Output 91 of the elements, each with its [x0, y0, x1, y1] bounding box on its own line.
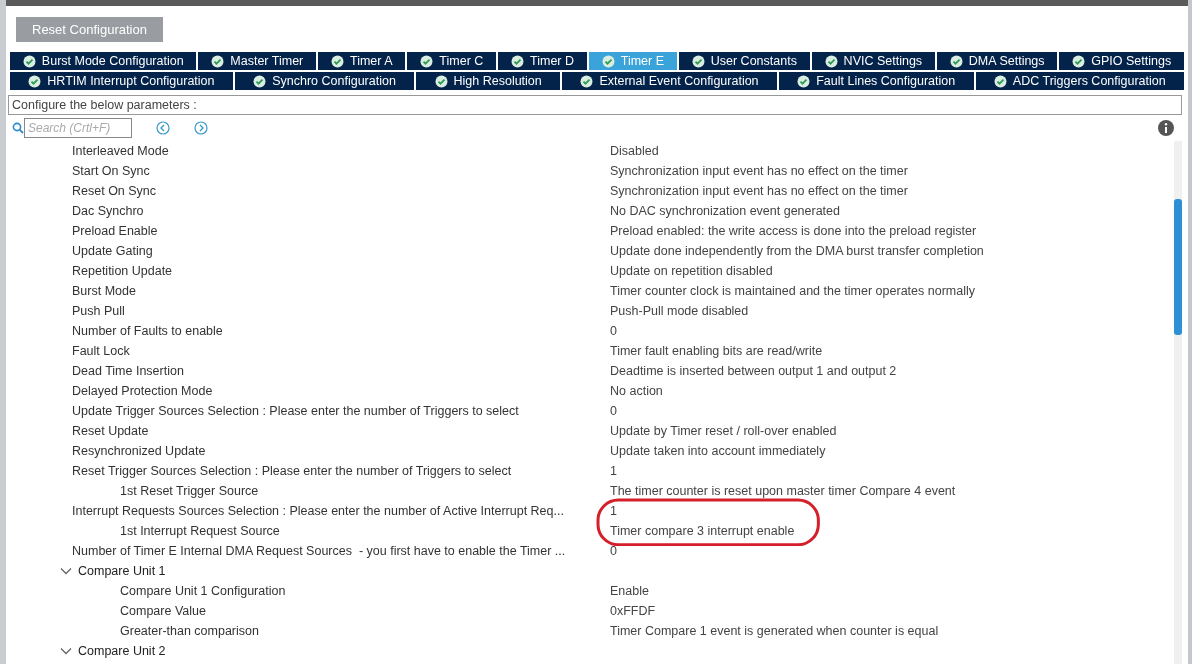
parameter-value[interactable]: 1 — [610, 461, 617, 481]
parameter-label: Reset Update — [72, 423, 149, 438]
parameter-value[interactable]: 1 — [610, 501, 617, 521]
parameter-value[interactable]: Update on repetition disabled — [610, 261, 773, 281]
group-label[interactable]: Compare Unit 2 — [78, 641, 166, 661]
parameter-label: Fault Lock — [72, 343, 130, 358]
parameter-value[interactable]: Preload enabled: the write access is done into the preload register — [610, 221, 977, 241]
group-label[interactable]: Compare Unit 1 — [78, 561, 166, 581]
parameter-label: Number of Timer E Internal DMA Request Sources - you first have to enable the Timer ... — [72, 543, 566, 558]
description-text: Configure the below parameters : — [8, 95, 1182, 115]
parameter-label: Resynchronized Update — [72, 443, 206, 458]
parameter-label: Interrupt Requests Sources Selection : Please enter the number of Active Interrupt Req... — [72, 503, 564, 518]
check-icon — [331, 54, 344, 68]
tab[interactable]: Timer C — [407, 52, 497, 70]
parameter-value[interactable]: The timer counter is reset upon master timer Compare 4 event — [610, 481, 956, 501]
tab[interactable]: NVIC Settings — [811, 52, 935, 70]
parameter-label: 1st Reset Trigger Source — [120, 483, 259, 498]
tab[interactable]: GPIO Settings — [1059, 52, 1185, 70]
parameter-label: Interleaved Mode — [72, 143, 169, 158]
parameter-value[interactable]: Push-Pull mode disabled — [610, 301, 749, 321]
check-icon — [993, 74, 1007, 88]
check-icon — [580, 74, 594, 88]
parameter-label: Start On Sync — [72, 163, 150, 178]
check-icon — [824, 54, 838, 68]
previous-icon[interactable] — [156, 121, 170, 135]
parameter-value[interactable]: 0 — [610, 321, 617, 341]
parameter-label: Delayed Protection Mode — [72, 383, 213, 398]
check-icon — [28, 74, 42, 88]
tab[interactable]: DMA Settings — [937, 52, 1058, 70]
parameter-label: Greater-than comparison — [120, 623, 259, 638]
parameter-label: Reset Trigger Sources Selection : Please enter the number of Triggers to select — [72, 463, 512, 478]
tab[interactable]: Fault Lines Configuration — [778, 72, 974, 90]
chevron-icon[interactable] — [60, 647, 72, 655]
chevron-icon[interactable] — [60, 567, 72, 575]
info-icon[interactable] — [1158, 120, 1174, 136]
check-icon — [797, 74, 811, 88]
tab[interactable]: Burst Mode Configuration — [10, 52, 197, 70]
check-icon — [420, 54, 434, 68]
check-icon — [511, 54, 524, 68]
tab[interactable]: Master Timer — [198, 52, 317, 70]
parameter-value[interactable]: Update taken into account immediately — [610, 441, 826, 461]
tab[interactable]: Synchro Configuration — [234, 72, 415, 90]
tab[interactable]: Timer D — [498, 52, 587, 70]
parameter-label: Compare Unit 1 Configuration — [120, 583, 286, 598]
tab[interactable]: User Constants — [678, 52, 810, 70]
parameter-label: Repetition Update — [72, 263, 173, 278]
check-icon — [949, 54, 963, 68]
parameter-label: Dac Synchro — [72, 203, 144, 218]
parameter-value[interactable]: Timer fault enabling bits are read/write — [610, 341, 823, 361]
parameter-value[interactable]: No action — [610, 381, 663, 401]
parameter-label: Burst Mode — [72, 283, 136, 298]
tab[interactable]: External Event Configuration — [562, 72, 777, 90]
parameter-label: Dead Time Insertion — [72, 363, 184, 378]
parameter-value[interactable]: 0xFFDF — [610, 601, 656, 621]
parameter-value[interactable]: Disabled — [610, 141, 659, 161]
parameter-label: Update Gating — [72, 243, 153, 258]
parameter-label: Preload Enable — [72, 223, 158, 238]
check-icon — [691, 54, 705, 68]
tab[interactable]: HRTIM Interrupt Configuration — [10, 72, 233, 90]
parameter-label: Number of Faults to enable — [72, 323, 223, 338]
parameter-label: Update Trigger Sources Selection : Please enter the number of Triggers to select — [72, 403, 519, 418]
parameter-label: Reset On Sync — [72, 183, 157, 198]
parameter-value[interactable]: Update by Timer reset / roll-over enabled — [610, 421, 837, 441]
check-icon — [253, 74, 267, 88]
parameter-value[interactable]: Deadtime is inserted between output 1 and output 2 — [610, 361, 897, 381]
scrollbar-thumb[interactable] — [1174, 199, 1182, 335]
check-icon — [1072, 54, 1086, 68]
check-icon — [22, 54, 36, 68]
next-icon[interactable] — [194, 121, 208, 135]
parameter-label: Push Pull — [72, 303, 125, 318]
parameter-value[interactable]: No DAC synchronization event generated — [610, 201, 840, 221]
parameter-label: Compare Value — [120, 603, 206, 618]
parameter-label: 1st Interrupt Request Source — [120, 523, 280, 538]
tab[interactable]: High Resolution — [416, 72, 561, 90]
scrollbar[interactable] — [1174, 141, 1182, 664]
tab[interactable]: ADC Triggers Configuration — [975, 72, 1185, 90]
parameter-value[interactable]: Timer Compare 1 event is generated when counter is equal — [610, 621, 939, 641]
parameter-value[interactable]: Update done independently from the DMA burst transfer completion — [610, 241, 984, 261]
check-icon — [211, 54, 225, 68]
search-field[interactable]: Search (Crtl+F) — [24, 118, 132, 138]
parameter-value[interactable]: Timer counter clock is maintained and the timer operates normally — [610, 281, 975, 301]
parameter-value[interactable]: 0 — [610, 401, 617, 421]
parameter-value[interactable]: Synchronization input event has no effect on the timer — [610, 181, 908, 201]
check-icon — [601, 54, 615, 68]
parameter-value[interactable]: Enable — [610, 581, 649, 601]
check-icon — [434, 74, 448, 88]
parameter-value[interactable]: Timer compare 3 interrupt enable — [610, 521, 795, 541]
parameter-value[interactable]: Synchronization input event has no effect on the timer — [610, 161, 908, 181]
parameter-value[interactable]: 0 — [610, 541, 617, 561]
search-icon — [12, 122, 24, 134]
tab[interactable]: Timer A — [318, 52, 406, 70]
